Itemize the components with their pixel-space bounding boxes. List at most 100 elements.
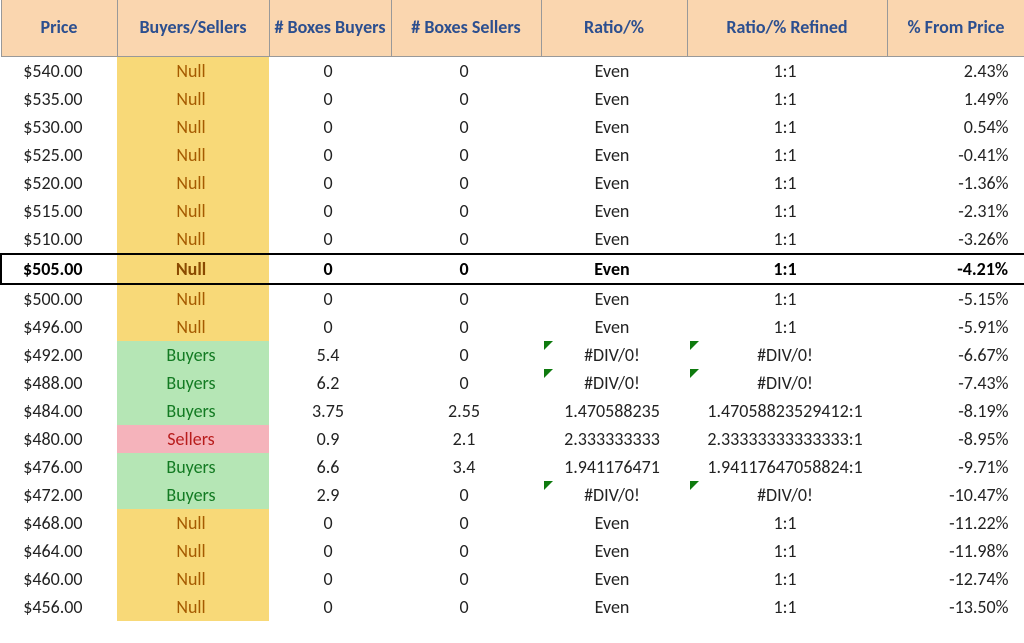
cell-ratio-refined[interactable]: 1:1 <box>687 254 887 284</box>
cell-price[interactable]: $460.00 <box>1 565 117 593</box>
cell-boxes-buyers[interactable]: 3.75 <box>269 397 391 425</box>
cell-ratio-refined[interactable]: #DIV/0! <box>687 369 887 397</box>
cell-buyers-sellers[interactable]: Buyers <box>117 369 269 397</box>
cell-ratio-refined[interactable]: 1:1 <box>687 565 887 593</box>
cell-from-price[interactable]: -3.26% <box>887 225 1024 254</box>
cell-price[interactable]: $530.00 <box>1 113 117 141</box>
cell-buyers-sellers[interactable]: Null <box>117 225 269 254</box>
cell-boxes-buyers[interactable]: 0 <box>269 85 391 113</box>
cell-boxes-buyers[interactable]: 0 <box>269 141 391 169</box>
cell-price[interactable]: $520.00 <box>1 169 117 197</box>
cell-ratio-refined[interactable]: 1.94117647058824:1 <box>687 453 887 481</box>
cell-from-price[interactable]: -0.41% <box>887 141 1024 169</box>
cell-from-price[interactable]: -4.21% <box>887 254 1024 284</box>
cell-buyers-sellers[interactable]: Buyers <box>117 341 269 369</box>
cell-ratio-refined[interactable]: 2.33333333333333:1 <box>687 425 887 453</box>
col-header-boxes-sellers[interactable]: # Boxes Sellers <box>391 0 541 56</box>
cell-ratio-refined[interactable]: 1:1 <box>687 284 887 313</box>
cell-from-price[interactable]: -13.50% <box>887 593 1024 621</box>
cell-buyers-sellers[interactable]: Buyers <box>117 481 269 509</box>
cell-boxes-sellers[interactable]: 0 <box>391 141 541 169</box>
cell-boxes-sellers[interactable]: 0 <box>391 225 541 254</box>
cell-boxes-sellers[interactable]: 0 <box>391 369 541 397</box>
table-row[interactable]: $530.00Null00Even1:10.54% <box>1 113 1024 141</box>
cell-ratio[interactable]: Even <box>541 254 687 284</box>
cell-ratio-refined[interactable]: 1:1 <box>687 113 887 141</box>
cell-buyers-sellers[interactable]: Buyers <box>117 453 269 481</box>
cell-price[interactable]: $476.00 <box>1 453 117 481</box>
cell-ratio[interactable]: Even <box>541 284 687 313</box>
cell-buyers-sellers[interactable]: Null <box>117 254 269 284</box>
table-row[interactable]: $496.00Null00Even1:1-5.91% <box>1 313 1024 341</box>
cell-ratio-refined[interactable]: 1:1 <box>687 593 887 621</box>
col-header-from-price[interactable]: % From Price <box>887 0 1024 56</box>
table-row[interactable]: $535.00Null00Even1:11.49% <box>1 85 1024 113</box>
table-row[interactable]: $468.00Null00Even1:1-11.22% <box>1 509 1024 537</box>
cell-boxes-sellers[interactable]: 0 <box>391 85 541 113</box>
cell-ratio[interactable]: Even <box>541 197 687 225</box>
cell-buyers-sellers[interactable]: Null <box>117 141 269 169</box>
table-row[interactable]: $500.00Null00Even1:1-5.15% <box>1 284 1024 313</box>
cell-price[interactable]: $456.00 <box>1 593 117 621</box>
cell-from-price[interactable]: -8.19% <box>887 397 1024 425</box>
cell-buyers-sellers[interactable]: Null <box>117 197 269 225</box>
cell-boxes-buyers[interactable]: 0 <box>269 197 391 225</box>
table-row[interactable]: $484.00Buyers3.752.551.4705882351.470588… <box>1 397 1024 425</box>
cell-price[interactable]: $510.00 <box>1 225 117 254</box>
cell-from-price[interactable]: -5.15% <box>887 284 1024 313</box>
cell-ratio[interactable]: 2.333333333 <box>541 425 687 453</box>
cell-boxes-sellers[interactable]: 0 <box>391 509 541 537</box>
table-row[interactable]: $464.00Null00Even1:1-11.98% <box>1 537 1024 565</box>
cell-ratio[interactable]: Even <box>541 509 687 537</box>
cell-ratio-refined[interactable]: 1:1 <box>687 537 887 565</box>
cell-boxes-sellers[interactable]: 0 <box>391 341 541 369</box>
cell-price[interactable]: $488.00 <box>1 369 117 397</box>
col-header-boxes-buyers[interactable]: # Boxes Buyers <box>269 0 391 56</box>
table-row[interactable]: $472.00Buyers2.90#DIV/0!#DIV/0!-10.47% <box>1 481 1024 509</box>
cell-boxes-buyers[interactable]: 2.9 <box>269 481 391 509</box>
cell-boxes-buyers[interactable]: 0 <box>269 254 391 284</box>
cell-price[interactable]: $496.00 <box>1 313 117 341</box>
cell-buyers-sellers[interactable]: Buyers <box>117 397 269 425</box>
cell-from-price[interactable]: -2.31% <box>887 197 1024 225</box>
cell-boxes-buyers[interactable]: 0 <box>269 313 391 341</box>
cell-ratio-refined[interactable]: 1:1 <box>687 141 887 169</box>
cell-boxes-buyers[interactable]: 0 <box>269 593 391 621</box>
cell-boxes-sellers[interactable]: 0 <box>391 284 541 313</box>
cell-from-price[interactable]: -11.98% <box>887 537 1024 565</box>
cell-boxes-buyers[interactable]: 0 <box>269 169 391 197</box>
cell-from-price[interactable]: -11.22% <box>887 509 1024 537</box>
cell-price[interactable]: $464.00 <box>1 537 117 565</box>
cell-boxes-buyers[interactable]: 0.9 <box>269 425 391 453</box>
cell-from-price[interactable]: 0.54% <box>887 113 1024 141</box>
cell-ratio-refined[interactable]: 1:1 <box>687 169 887 197</box>
table-row[interactable]: $525.00Null00Even1:1-0.41% <box>1 141 1024 169</box>
cell-boxes-sellers[interactable]: 0 <box>391 197 541 225</box>
cell-ratio-refined[interactable]: 1:1 <box>687 197 887 225</box>
cell-price[interactable]: $505.00 <box>1 254 117 284</box>
cell-boxes-buyers[interactable]: 5.4 <box>269 341 391 369</box>
cell-boxes-buyers[interactable]: 0 <box>269 509 391 537</box>
table-row[interactable]: $456.00Null00Even1:1-13.50% <box>1 593 1024 621</box>
cell-ratio[interactable]: Even <box>541 85 687 113</box>
cell-boxes-buyers[interactable]: 0 <box>269 537 391 565</box>
cell-boxes-buyers[interactable]: 6.2 <box>269 369 391 397</box>
cell-price[interactable]: $525.00 <box>1 141 117 169</box>
cell-price[interactable]: $500.00 <box>1 284 117 313</box>
cell-boxes-sellers[interactable]: 0 <box>391 254 541 284</box>
cell-from-price[interactable]: -10.47% <box>887 481 1024 509</box>
col-header-price[interactable]: Price <box>1 0 117 56</box>
cell-ratio[interactable]: Even <box>541 225 687 254</box>
table-row[interactable]: $540.00Null00Even1:12.43% <box>1 56 1024 85</box>
cell-buyers-sellers[interactable]: Null <box>117 537 269 565</box>
cell-ratio[interactable]: #DIV/0! <box>541 481 687 509</box>
cell-price[interactable]: $484.00 <box>1 397 117 425</box>
col-header-ratio-refined[interactable]: Ratio/% Refined <box>687 0 887 56</box>
table-row[interactable]: $480.00Sellers0.92.12.3333333332.3333333… <box>1 425 1024 453</box>
cell-ratio[interactable]: Even <box>541 537 687 565</box>
cell-ratio[interactable]: Even <box>541 141 687 169</box>
cell-buyers-sellers[interactable]: Null <box>117 113 269 141</box>
cell-buyers-sellers[interactable]: Null <box>117 313 269 341</box>
cell-price[interactable]: $535.00 <box>1 85 117 113</box>
cell-price[interactable]: $480.00 <box>1 425 117 453</box>
